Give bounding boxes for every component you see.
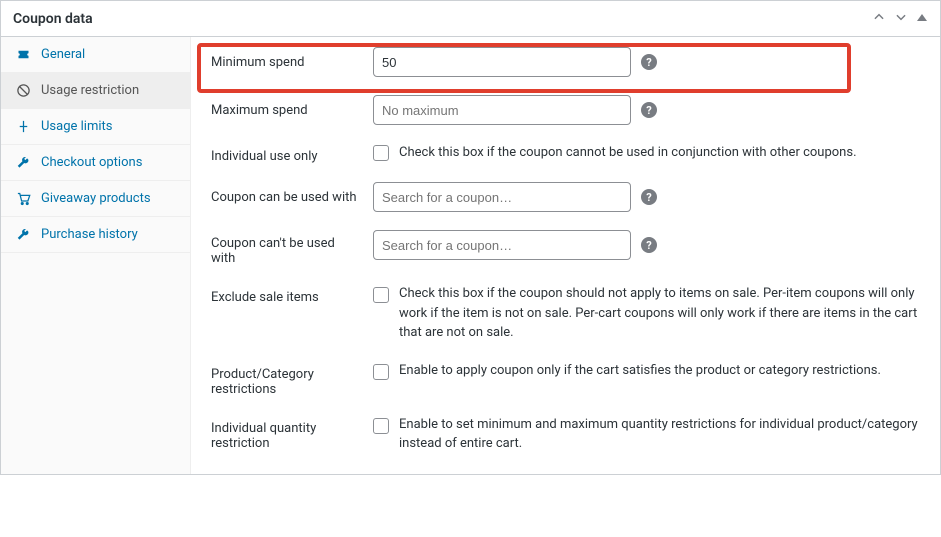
sidebar-item-purchase-history[interactable]: Purchase history [1, 217, 190, 253]
sidebar-item-usage-limits[interactable]: Usage limits [1, 109, 190, 145]
sidebar-item-label: Usage limits [41, 119, 112, 134]
ticket-icon [15, 47, 31, 62]
exclude-sale-checkbox[interactable] [373, 287, 389, 303]
wrench-icon [15, 156, 31, 170]
sidebar-item-general[interactable]: General [1, 37, 190, 73]
label-maximum-spend: Maximum spend [211, 103, 359, 118]
cart-icon [15, 191, 31, 206]
label-can-use-with: Coupon can be used with [211, 190, 359, 205]
exclude-sale-desc: Check this box if the coupon should not … [399, 284, 920, 343]
content: Minimum spend ? Maximum spend ? [191, 37, 940, 474]
sidebar-item-label: Giveaway products [41, 191, 151, 206]
row-individual-use: Individual use only Check this box if th… [211, 143, 920, 164]
product-category-desc: Enable to apply coupon only if the cart … [399, 361, 881, 381]
row-exclude-sale: Exclude sale items Check this box if the… [211, 284, 920, 343]
toggle-panel-icon[interactable] [916, 11, 928, 27]
help-icon[interactable]: ? [641, 102, 657, 118]
coupon-data-panel: Coupon data General Usage restriction Us… [0, 0, 941, 475]
ban-icon [15, 83, 31, 98]
sidebar-item-usage-restriction[interactable]: Usage restriction [1, 73, 190, 109]
can-use-with-input[interactable] [373, 182, 631, 212]
label-product-category: Product/Category restrictions [211, 361, 359, 397]
sidebar-item-checkout-options[interactable]: Checkout options [1, 145, 190, 181]
panel-controls [872, 10, 928, 28]
panel-title: Coupon data [13, 11, 93, 27]
row-individual-quantity: Individual quantity restriction Enable t… [211, 415, 920, 454]
panel-header: Coupon data [1, 1, 940, 37]
help-icon[interactable]: ? [641, 237, 657, 253]
individual-quantity-desc: Enable to set minimum and maximum quanti… [399, 415, 920, 454]
label-individual-quantity: Individual quantity restriction [211, 415, 359, 451]
sidebar: General Usage restriction Usage limits C… [1, 37, 191, 474]
sidebar-item-label: Purchase history [41, 227, 138, 242]
individual-quantity-checkbox[interactable] [373, 418, 389, 434]
label-cant-use-with: Coupon can't be used with [211, 230, 359, 266]
individual-use-desc: Check this box if the coupon cannot be u… [399, 143, 857, 163]
row-maximum-spend: Maximum spend ? [211, 95, 920, 125]
product-category-checkbox[interactable] [373, 364, 389, 380]
maximum-spend-input[interactable] [373, 95, 631, 125]
label-minimum-spend: Minimum spend [211, 55, 359, 70]
cant-use-with-input[interactable] [373, 230, 631, 260]
sidebar-item-giveaway-products[interactable]: Giveaway products [1, 181, 190, 217]
help-icon[interactable]: ? [641, 54, 657, 70]
move-down-icon[interactable] [894, 10, 908, 28]
sliders-icon [15, 119, 31, 134]
row-cant-use-with: Coupon can't be used with ? [211, 230, 920, 266]
sidebar-item-label: Usage restriction [41, 83, 139, 98]
label-individual-use: Individual use only [211, 143, 359, 164]
sidebar-item-label: Checkout options [41, 155, 142, 170]
row-product-category: Product/Category restrictions Enable to … [211, 361, 920, 397]
row-can-use-with: Coupon can be used with ? [211, 182, 920, 212]
sidebar-item-label: General [41, 47, 85, 62]
move-up-icon[interactable] [872, 10, 886, 28]
label-exclude-sale: Exclude sale items [211, 284, 359, 305]
panel-body: General Usage restriction Usage limits C… [1, 37, 940, 474]
minimum-spend-input[interactable] [373, 47, 631, 77]
wrench-icon [15, 228, 31, 242]
individual-use-checkbox[interactable] [373, 145, 389, 161]
help-icon[interactable]: ? [641, 189, 657, 205]
row-minimum-spend: Minimum spend ? [211, 47, 920, 77]
